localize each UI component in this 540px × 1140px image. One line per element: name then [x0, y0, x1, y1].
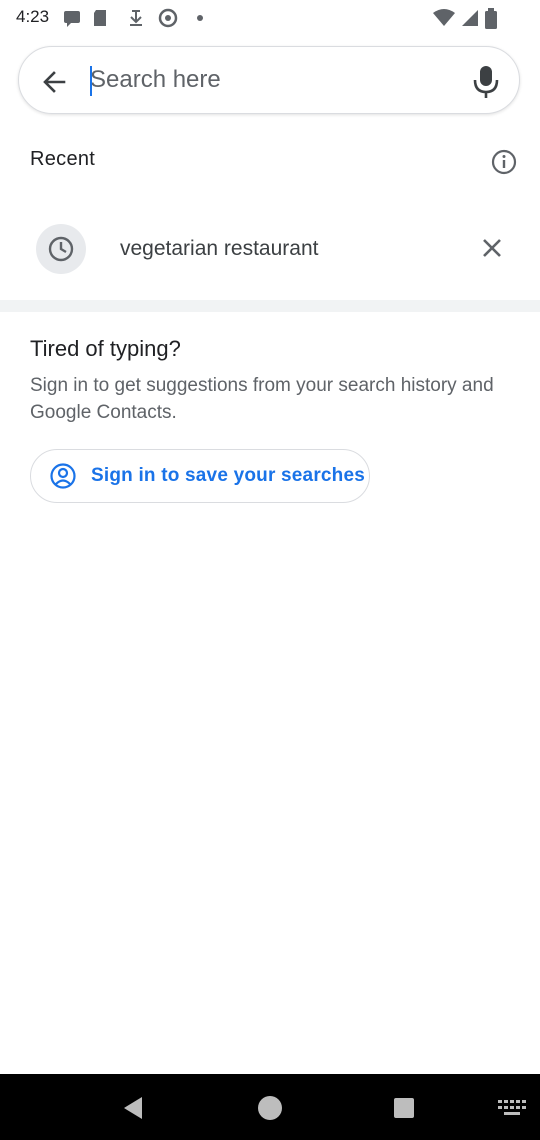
battery-icon — [484, 8, 498, 29]
nav-recents-button[interactable] — [386, 1090, 422, 1126]
keyboard-icon — [494, 1100, 530, 1130]
info-icon — [490, 149, 518, 180]
nav-back-icon — [116, 1097, 152, 1130]
account-circle-icon — [49, 462, 77, 490]
search-input[interactable] — [90, 58, 450, 102]
arrow-back-icon — [34, 71, 74, 106]
download-icon — [126, 8, 146, 28]
dot-icon — [194, 8, 214, 28]
nav-home-button[interactable] — [252, 1090, 288, 1126]
recent-heading: Recent — [30, 148, 96, 170]
signin-card-body: Sign in to get suggestions from your sea… — [30, 375, 494, 423]
voice-search-button[interactable] — [466, 60, 506, 104]
nav-recents-icon — [386, 1098, 422, 1130]
mic-icon — [466, 66, 506, 108]
status-bar: 4:23 — [0, 0, 540, 36]
signin-button[interactable]: Sign in to save your searches — [30, 449, 370, 503]
sms-icon — [62, 8, 82, 28]
close-icon — [474, 239, 510, 270]
sd-card-icon — [90, 8, 110, 28]
back-button[interactable] — [34, 62, 74, 102]
status-time: 4:23 — [16, 7, 50, 26]
recent-search-label: vegetarian restaurant — [120, 237, 319, 260]
section-divider — [0, 300, 540, 312]
chrome-icon — [158, 8, 178, 28]
keyboard-switch-button[interactable] — [494, 1090, 530, 1126]
signin-card-title: Tired of typing? — [30, 336, 181, 361]
wifi-icon — [432, 8, 456, 28]
remove-recent-button[interactable] — [474, 230, 510, 266]
signin-button-label: Sign in to save your searches — [91, 465, 366, 486]
info-button[interactable] — [490, 148, 518, 176]
signal-icon — [460, 8, 480, 28]
clock-icon — [36, 224, 86, 274]
text-cursor — [90, 66, 92, 96]
nav-back-button[interactable] — [116, 1090, 152, 1126]
nav-home-icon — [252, 1096, 288, 1130]
